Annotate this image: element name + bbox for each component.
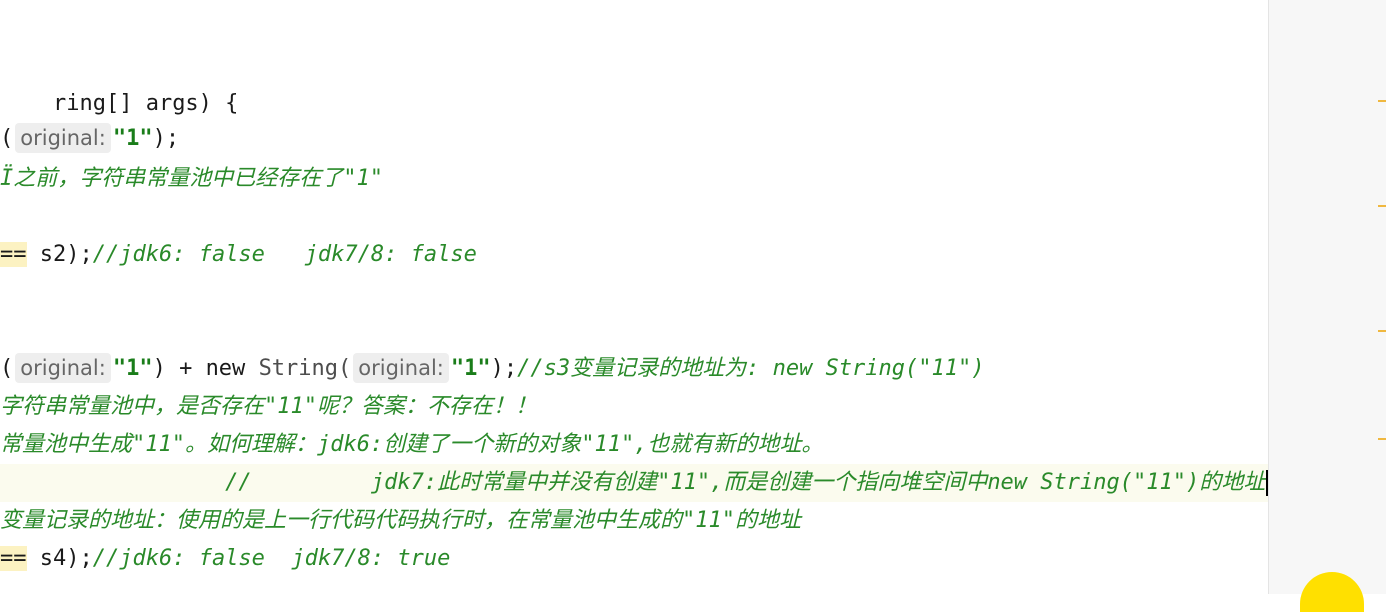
error-stripe-mark[interactable]: [1378, 330, 1386, 332]
code-line-2[interactable]: (original: "1");: [0, 120, 179, 158]
code-fragment: s4);: [26, 546, 93, 571]
code-editor[interactable]: ring[] args) { (original: "1"); Ϊ之前，字符串常量…: [0, 0, 1269, 594]
parameter-hint: original:: [15, 123, 111, 153]
code-line-6[interactable]: 字符串常量池中，是否存在"11"呢？答案：不存在！！: [0, 388, 537, 426]
paren: (: [0, 126, 14, 151]
method-signature: ring[] args) {: [52, 91, 239, 116]
code-line-10[interactable]: == s4);//jdk6: false jdk7/8: true: [0, 540, 450, 578]
paren: (: [0, 356, 14, 381]
parameter-hint: original:: [15, 353, 111, 383]
error-stripe-mark[interactable]: [1378, 100, 1386, 102]
comment: //s3变量记录的地址为: new String("11"): [517, 356, 985, 381]
comment: 字符串常量池中，是否存在"11"呢？答案：不存在！！: [0, 394, 537, 419]
code-line-8-current[interactable]: // jdk7:此时常量中并没有创建"11",而是创建一个指向堆空间中new S…: [0, 464, 1269, 502]
string-literal: "1": [112, 126, 153, 151]
parameter-hint: original:: [353, 353, 449, 383]
statement-end: );: [490, 356, 518, 381]
comment: Ϊ之前，字符串常量池中已经存在了"1": [0, 166, 383, 191]
code-line-7[interactable]: 常量池中生成"11"。如何理解：jdk6:创建了一个新的对象"11",也就有新的…: [0, 426, 823, 464]
code-line-1[interactable]: ring[] args) {: [0, 47, 238, 116]
statement-end: );: [152, 126, 180, 151]
comment: 常量池中生成"11"。如何理解：jdk6:创建了一个新的对象"11",也就有新的…: [0, 432, 824, 457]
code-line-3[interactable]: Ϊ之前，字符串常量池中已经存在了"1": [0, 160, 383, 198]
code-line-9[interactable]: 变量记录的地址：使用的是上一行代码代码执行时，在常量池中生成的"11"的地址: [0, 502, 801, 540]
comment: //jdk6: false jdk7/8: true: [92, 546, 451, 571]
code-fragment: s2);: [26, 242, 93, 267]
highlighted-operator: ==: [0, 546, 27, 571]
code-fragment: ) +: [152, 356, 206, 381]
comment: //jdk6: false jdk7/8: false: [92, 242, 477, 267]
right-gutter[interactable]: [1268, 0, 1386, 594]
code-line-5[interactable]: (original: "1") + new String(original: "1"…: [0, 350, 985, 388]
code-line-4[interactable]: == s2);//jdk6: false jdk7/8: false: [0, 236, 477, 274]
string-literal: "1": [450, 356, 491, 381]
comment: 变量记录的地址：使用的是上一行代码代码执行时，在常量池中生成的"11"的地址: [0, 508, 801, 533]
highlighted-operator: ==: [0, 242, 27, 267]
keyword-new: new: [205, 356, 246, 381]
class-name: String(: [258, 356, 352, 381]
string-literal: "1": [112, 356, 153, 381]
comment: // jdk7:此时常量中并没有创建"11",而是创建一个指向堆空间中new S…: [0, 470, 1266, 495]
error-stripe-mark[interactable]: [1378, 205, 1386, 207]
error-stripe-mark[interactable]: [1378, 438, 1386, 440]
